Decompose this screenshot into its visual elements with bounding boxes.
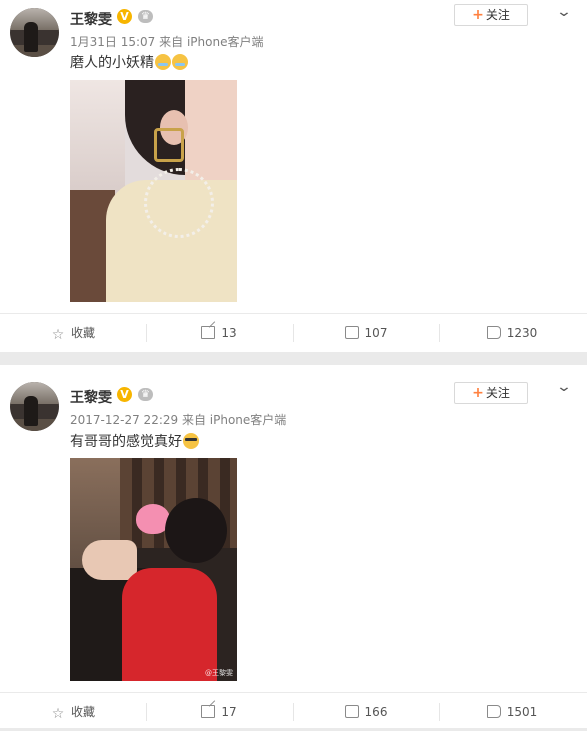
avatar[interactable] <box>10 8 59 57</box>
post-source: 来自 iPhone客户端 <box>181 413 287 427</box>
chevron-down-icon[interactable]: ⌄ <box>550 2 578 22</box>
verified-icon: V <box>117 9 132 24</box>
weibo-post-card: 王黎雯 V ♛ + 关注 ⌄ 2017-12-27 22:29 来自 iPhone… <box>0 365 587 728</box>
follow-button[interactable]: + 关注 <box>454 4 528 26</box>
photo-earring <box>154 128 184 162</box>
photo-child-shirt <box>122 568 217 681</box>
photo-child-small <box>82 540 137 580</box>
photo-watermark: @王黎雯 <box>205 669 233 677</box>
comment-icon <box>344 326 359 339</box>
vip-crown-icon: ♛ <box>138 388 153 401</box>
comment-button[interactable]: 166 <box>293 693 439 731</box>
follow-button[interactable]: + 关注 <box>454 382 528 404</box>
post-action-bar: ☆ 收藏 17 166 1501 <box>0 692 587 728</box>
avatar[interactable] <box>10 382 59 431</box>
crying-laughing-emoji-icon <box>155 54 171 70</box>
post-photo[interactable] <box>70 80 237 302</box>
like-count: 1230 <box>506 326 538 340</box>
post-meta: 1月31日 15:07 来自 iPhone客户端 <box>70 33 263 50</box>
post-meta: 2017-12-27 22:29 来自 iPhone客户端 <box>70 411 286 428</box>
post-timestamp[interactable]: 1月31日 15:07 <box>70 35 155 49</box>
author-name[interactable]: 王黎雯 <box>70 387 112 407</box>
share-box-icon <box>201 705 216 718</box>
crying-laughing-emoji-icon <box>172 54 188 70</box>
vip-crown-icon: ♛ <box>138 10 153 23</box>
follow-label: 关注 <box>485 8 510 22</box>
like-count: 1501 <box>506 705 538 719</box>
avatar-figure <box>24 22 38 52</box>
cool-sunglasses-emoji-icon <box>183 433 199 449</box>
like-button[interactable]: 1230 <box>439 314 585 352</box>
repost-count: 13 <box>221 326 237 340</box>
weibo-post-card: 王黎雯 V ♛ + 关注 ⌄ 1月31日 15:07 来自 iPhone客户端 磨… <box>0 0 587 352</box>
avatar-figure <box>24 396 38 426</box>
post-source: 来自 iPhone客户端 <box>159 35 264 49</box>
post-action-bar: ☆ 收藏 13 107 1230 <box>0 313 587 351</box>
post-text: 磨人的小妖精 <box>70 52 188 72</box>
favorite-label: 收藏 <box>70 326 95 340</box>
thumb-up-icon <box>486 705 501 718</box>
photo-necklace <box>144 168 214 238</box>
repost-button[interactable]: 17 <box>146 693 292 731</box>
star-icon: ☆ <box>51 327 65 343</box>
chevron-down-icon[interactable]: ⌄ <box>550 377 578 397</box>
comment-icon <box>344 705 359 718</box>
plus-icon: + <box>472 385 484 401</box>
comment-button[interactable]: 107 <box>293 314 439 352</box>
favorite-button[interactable]: ☆ 收藏 <box>0 693 146 731</box>
repost-button[interactable]: 13 <box>146 314 292 352</box>
comment-count: 107 <box>364 326 388 340</box>
comment-count: 166 <box>364 705 388 719</box>
like-button[interactable]: 1501 <box>439 693 585 731</box>
plus-icon: + <box>472 7 484 23</box>
star-icon: ☆ <box>51 706 65 722</box>
post-timestamp[interactable]: 2017-12-27 22:29 <box>70 413 178 427</box>
favorite-label: 收藏 <box>70 705 95 719</box>
photo-child-head <box>165 498 227 563</box>
favorite-button[interactable]: ☆ 收藏 <box>0 314 146 352</box>
author-name[interactable]: 王黎雯 <box>70 9 112 29</box>
post-text-content: 磨人的小妖精 <box>70 55 154 71</box>
verified-icon: V <box>117 387 132 402</box>
thumb-up-icon <box>486 326 501 339</box>
share-box-icon <box>201 326 216 339</box>
repost-count: 17 <box>221 705 237 719</box>
post-text: 有哥哥的感觉真好 <box>70 431 199 451</box>
post-photo[interactable]: @王黎雯 <box>70 458 237 681</box>
post-text-content: 有哥哥的感觉真好 <box>70 434 182 450</box>
follow-label: 关注 <box>485 386 510 400</box>
